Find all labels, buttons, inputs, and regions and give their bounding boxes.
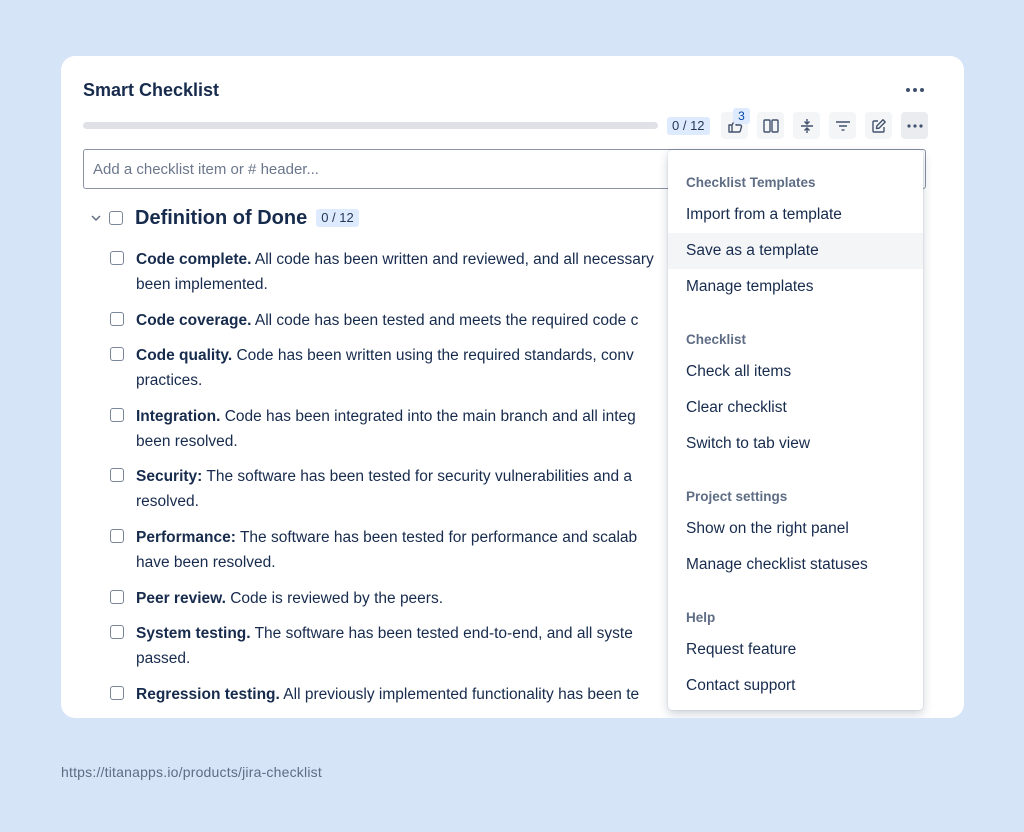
menu-heading-templates: Checklist Templates <box>686 175 816 190</box>
section-checkbox[interactable] <box>109 211 123 225</box>
section-title: Definition of Done <box>135 206 308 229</box>
item-text: Performance: The software has been teste… <box>136 525 637 575</box>
checklist-item: Code coverage. All code has been tested … <box>110 308 670 333</box>
menu-item-check-all[interactable]: Check all items <box>668 354 923 390</box>
edit-button[interactable] <box>865 112 892 139</box>
item-title: System testing. <box>136 625 251 642</box>
item-description-cont: resolved. <box>136 493 199 510</box>
item-description: Code has been written using the required… <box>232 347 634 364</box>
item-description: The software has been tested for securit… <box>202 468 632 485</box>
item-description-cont: have been resolved. <box>136 554 276 571</box>
item-checkbox[interactable] <box>110 408 124 422</box>
item-checkbox[interactable] <box>110 468 124 482</box>
progress-bar <box>83 122 658 129</box>
item-description: All previously implemented functionality… <box>279 686 640 703</box>
menu-heading-checklist: Checklist <box>686 332 747 347</box>
menu-item-import-template[interactable]: Import from a template <box>668 197 923 233</box>
section-header: Definition of Done 0 / 12 <box>89 206 359 230</box>
item-checkbox[interactable] <box>110 251 124 265</box>
item-title: Integration. <box>136 408 221 425</box>
item-checkbox[interactable] <box>110 590 124 604</box>
collapse-icon <box>800 118 813 133</box>
footer-url: https://titanapps.io/products/jira-check… <box>61 764 322 780</box>
item-description: Code has been integrated into the main b… <box>220 408 636 425</box>
card-title: Smart Checklist <box>83 80 220 100</box>
item-title: Performance: <box>136 529 236 546</box>
filter-icon <box>835 120 850 131</box>
item-description: The software has been tested for perform… <box>235 529 638 546</box>
section-counter: 0 / 12 <box>316 209 359 227</box>
menu-item-manage-templates[interactable]: Manage templates <box>668 269 923 305</box>
item-checkbox[interactable] <box>110 312 124 326</box>
item-text: Code quality. Code has been written usin… <box>136 343 634 393</box>
item-description: The software has been tested end-to-end,… <box>250 625 633 642</box>
card-more-button[interactable] <box>900 76 930 104</box>
checklist-item: Performance: The software has been teste… <box>110 525 670 575</box>
item-checkbox[interactable] <box>110 347 124 361</box>
smart-checklist-card: Smart Checklist 0 / 12 3 Add a checklist… <box>61 56 964 718</box>
menu-item-request-feature[interactable]: Request feature <box>668 632 923 668</box>
menu-item-contact-support[interactable]: Contact support <box>668 668 923 704</box>
item-checkbox[interactable] <box>110 686 124 700</box>
item-title: Code coverage. <box>136 312 252 329</box>
menu-heading-help: Help <box>686 610 716 625</box>
menu-item-manage-statuses[interactable]: Manage checklist statuses <box>668 547 923 583</box>
checklist-item: Regression testing. All previously imple… <box>110 682 670 707</box>
item-text: System testing. The software has been te… <box>136 621 633 671</box>
menu-item-show-right-panel[interactable]: Show on the right panel <box>668 511 923 547</box>
checklist-item: System testing. The software has been te… <box>110 621 670 671</box>
chevron-down-icon <box>91 214 101 221</box>
checklist-item: Integration. Code has been integrated in… <box>110 404 670 454</box>
thumbs-up-count: 3 <box>733 108 750 124</box>
filter-button[interactable] <box>829 112 856 139</box>
item-title: Regression testing. <box>136 686 280 703</box>
more-actions-menu: Checklist Templates Import from a templa… <box>668 150 923 710</box>
edit-icon <box>871 118 886 133</box>
item-text: Code coverage. All code has been tested … <box>136 308 638 333</box>
menu-heading-project-settings: Project settings <box>686 489 788 504</box>
item-text: Peer review. Code is reviewed by the pee… <box>136 586 443 611</box>
more-horizontal-icon <box>906 88 924 92</box>
item-description-cont: been implemented. <box>136 276 268 293</box>
item-description: All code has been tested and meets the r… <box>251 312 639 329</box>
more-horizontal-icon <box>906 123 923 128</box>
item-description-cont: practices. <box>136 372 203 389</box>
item-text: Regression testing. All previously imple… <box>136 682 639 707</box>
item-checkbox[interactable] <box>110 625 124 639</box>
menu-item-save-template[interactable]: Save as a template <box>668 233 923 269</box>
item-description: All code has been written and reviewed, … <box>251 251 654 268</box>
section-collapse-toggle[interactable] <box>89 211 103 225</box>
item-title: Code quality. <box>136 347 233 364</box>
item-text: Integration. Code has been integrated in… <box>136 404 636 454</box>
collapse-button[interactable] <box>793 112 820 139</box>
item-title: Security: <box>136 468 203 485</box>
checklist-item: Code quality. Code has been written usin… <box>110 343 670 393</box>
item-text: Security: The software has been tested f… <box>136 464 632 514</box>
menu-item-switch-tab-view[interactable]: Switch to tab view <box>668 426 923 462</box>
checklist-item: Code complete. All code has been written… <box>110 247 670 297</box>
item-description-cont: passed. <box>136 650 191 667</box>
item-text: Code complete. All code has been written… <box>136 247 654 297</box>
item-title: Code complete. <box>136 251 252 268</box>
toolbar-more-button[interactable] <box>901 112 928 139</box>
checklist-item: Security: The software has been tested f… <box>110 464 670 514</box>
item-description-cont: been resolved. <box>136 433 238 450</box>
checklist-item: Peer review. Code is reviewed by the pee… <box>110 586 670 611</box>
item-checkbox[interactable] <box>110 529 124 543</box>
columns-icon <box>762 118 779 133</box>
item-title: Peer review. <box>136 590 226 607</box>
columns-view-button[interactable] <box>757 112 784 139</box>
progress-counter: 0 / 12 <box>667 117 710 135</box>
menu-item-clear-checklist[interactable]: Clear checklist <box>668 390 923 426</box>
item-description: Code is reviewed by the peers. <box>225 590 444 607</box>
